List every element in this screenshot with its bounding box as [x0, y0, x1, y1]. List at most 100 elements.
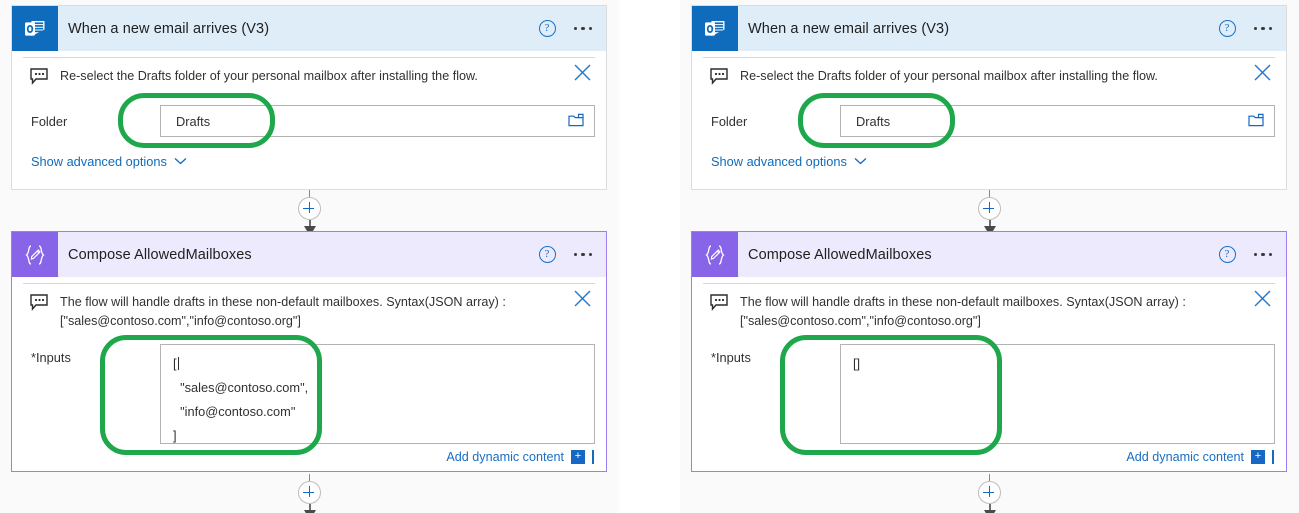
- compose-tip-text-line2: ["sales@contoso.com","info@contoso.org"]: [60, 314, 301, 328]
- trigger-card-actions: ?: [1218, 6, 1277, 51]
- close-icon[interactable]: [573, 289, 593, 309]
- help-circle-icon[interactable]: ?: [538, 20, 556, 37]
- folder-picker-input[interactable]: Drafts: [840, 105, 1275, 137]
- inputs-field-row: *Inputs [ "sales@contoso.com", "info@con…: [23, 344, 595, 444]
- trigger-card-actions: ?: [538, 6, 597, 51]
- flow-panel-left: When a new email arrives (V3) ? Re-selec…: [0, 0, 619, 513]
- folder-field-row: Folder Drafts: [703, 104, 1275, 138]
- help-circle-icon[interactable]: ?: [1218, 20, 1236, 37]
- compose-tip-text-line1: The flow will handle drafts in these non…: [60, 295, 506, 309]
- text-cursor: [177, 357, 179, 370]
- add-dynamic-content-row[interactable]: Add dynamic content +: [23, 450, 595, 464]
- trigger-card-header[interactable]: When a new email arrives (V3) ?: [692, 6, 1286, 58]
- connector-arrow-icon: [300, 504, 320, 513]
- trigger-card-body: Re-select the Drafts folder of your pers…: [12, 51, 606, 170]
- inputs-field-row: *Inputs []: [703, 344, 1275, 444]
- comment-tip-icon: [30, 68, 52, 90]
- folder-picker-icon[interactable]: [1248, 113, 1264, 132]
- trigger-card-body: Re-select the Drafts folder of your pers…: [692, 51, 1286, 170]
- comment-tip-icon: [710, 68, 732, 90]
- dynamic-content-caret-bar: [1272, 450, 1274, 464]
- inputs-textarea[interactable]: []: [840, 344, 1275, 444]
- connector-line: [989, 190, 990, 197]
- add-step-plus-icon[interactable]: [298, 481, 321, 504]
- trigger-card[interactable]: When a new email arrives (V3) ? Re-selec…: [11, 5, 607, 190]
- close-icon[interactable]: [1253, 289, 1273, 309]
- inputs-textarea[interactable]: [ "sales@contoso.com", "info@contoso.com…: [160, 344, 595, 444]
- trigger-card[interactable]: When a new email arrives (V3) ? Re-selec…: [691, 5, 1287, 190]
- comment-tip-icon: [30, 294, 52, 316]
- outlook-icon: [692, 6, 738, 51]
- help-circle-icon[interactable]: ?: [538, 246, 556, 263]
- compose-card[interactable]: Compose AllowedMailboxes ? The flow will…: [691, 231, 1287, 472]
- help-circle-icon[interactable]: ?: [1218, 246, 1236, 263]
- compose-card-header[interactable]: Compose AllowedMailboxes ?: [692, 232, 1286, 284]
- compose-tip-text: The flow will handle drafts in these non…: [740, 293, 1186, 331]
- flow-panel-right: When a new email arrives (V3) ? Re-selec…: [680, 0, 1299, 513]
- add-step-plus-icon[interactable]: [298, 197, 321, 220]
- inputs-field-label: *Inputs: [23, 344, 160, 365]
- add-dynamic-content-label: Add dynamic content: [446, 450, 564, 464]
- outlook-icon: [12, 6, 58, 51]
- add-dynamic-content-label: Add dynamic content: [1126, 450, 1244, 464]
- add-dynamic-content-row[interactable]: Add dynamic content +: [703, 450, 1275, 464]
- compose-card[interactable]: Compose AllowedMailboxes ? The flow will…: [11, 231, 607, 472]
- dynamic-content-caret-bar: [592, 450, 594, 464]
- add-dynamic-content-plus-icon[interactable]: +: [1251, 450, 1265, 464]
- trigger-card-title: When a new email arrives (V3): [748, 20, 950, 37]
- add-step-connector-bottom: [680, 474, 1299, 513]
- connector-line: [309, 190, 310, 197]
- compose-tip-row: The flow will handle drafts in these non…: [703, 277, 1275, 331]
- trigger-tip-row: Re-select the Drafts folder of your pers…: [703, 51, 1275, 91]
- show-advanced-options-label: Show advanced options: [31, 153, 167, 169]
- add-step-plus-icon[interactable]: [978, 197, 1001, 220]
- connector-line: [989, 474, 990, 481]
- chevron-down-icon: [174, 152, 187, 170]
- close-icon[interactable]: [573, 63, 593, 83]
- connector-line: [309, 474, 310, 481]
- folder-field-value: Drafts: [856, 113, 891, 129]
- compose-tip-row: The flow will handle drafts in these non…: [23, 277, 595, 331]
- inputs-label-text: Inputs: [715, 350, 751, 365]
- ellipsis-icon[interactable]: [573, 26, 597, 31]
- trigger-tip-row: Re-select the Drafts folder of your pers…: [23, 51, 595, 91]
- folder-field-label: Folder: [711, 113, 748, 129]
- show-advanced-options-label: Show advanced options: [711, 153, 847, 169]
- comment-tip-icon: [710, 294, 732, 316]
- add-dynamic-content-plus-icon[interactable]: +: [571, 450, 585, 464]
- inputs-label-text: Inputs: [35, 350, 71, 365]
- compose-card-actions: ?: [538, 232, 597, 277]
- ellipsis-icon[interactable]: [1253, 252, 1277, 257]
- trigger-tip-text: Re-select the Drafts folder of your pers…: [60, 69, 478, 83]
- show-advanced-options-link[interactable]: Show advanced options: [703, 152, 1275, 170]
- show-advanced-options-link[interactable]: Show advanced options: [23, 152, 595, 170]
- ellipsis-icon[interactable]: [1253, 26, 1277, 31]
- compose-card-header[interactable]: Compose AllowedMailboxes ?: [12, 232, 606, 284]
- compose-tip-text: The flow will handle drafts in these non…: [60, 293, 506, 331]
- compose-tip-text-line1: The flow will handle drafts in these non…: [740, 295, 1186, 309]
- compose-expression-icon: [12, 232, 58, 277]
- folder-field-row: Folder Drafts: [23, 104, 595, 138]
- compose-tip-text-line2: ["sales@contoso.com","info@contoso.org"]: [740, 314, 981, 328]
- compose-card-body: The flow will handle drafts in these non…: [692, 277, 1286, 464]
- chevron-down-icon: [854, 152, 867, 170]
- ellipsis-icon[interactable]: [573, 252, 597, 257]
- compose-card-title: Compose AllowedMailboxes: [748, 246, 932, 263]
- compose-card-title: Compose AllowedMailboxes: [68, 246, 252, 263]
- folder-field-label: Folder: [31, 113, 68, 129]
- close-icon[interactable]: [1253, 63, 1273, 83]
- add-step-plus-icon[interactable]: [978, 481, 1001, 504]
- trigger-card-header[interactable]: When a new email arrives (V3) ?: [12, 6, 606, 58]
- compose-card-actions: ?: [1218, 232, 1277, 277]
- compose-card-body: The flow will handle drafts in these non…: [12, 277, 606, 464]
- compose-expression-icon: [692, 232, 738, 277]
- connector-arrow-icon: [980, 504, 1000, 513]
- trigger-tip-text: Re-select the Drafts folder of your pers…: [740, 69, 1158, 83]
- add-step-connector-bottom: [0, 474, 619, 513]
- inputs-field-label: *Inputs: [703, 344, 840, 365]
- trigger-card-title: When a new email arrives (V3): [68, 20, 270, 37]
- folder-picker-icon[interactable]: [568, 113, 584, 132]
- inputs-textarea-value: []: [853, 356, 861, 371]
- folder-field-value: Drafts: [176, 113, 211, 129]
- folder-picker-input[interactable]: Drafts: [160, 105, 595, 137]
